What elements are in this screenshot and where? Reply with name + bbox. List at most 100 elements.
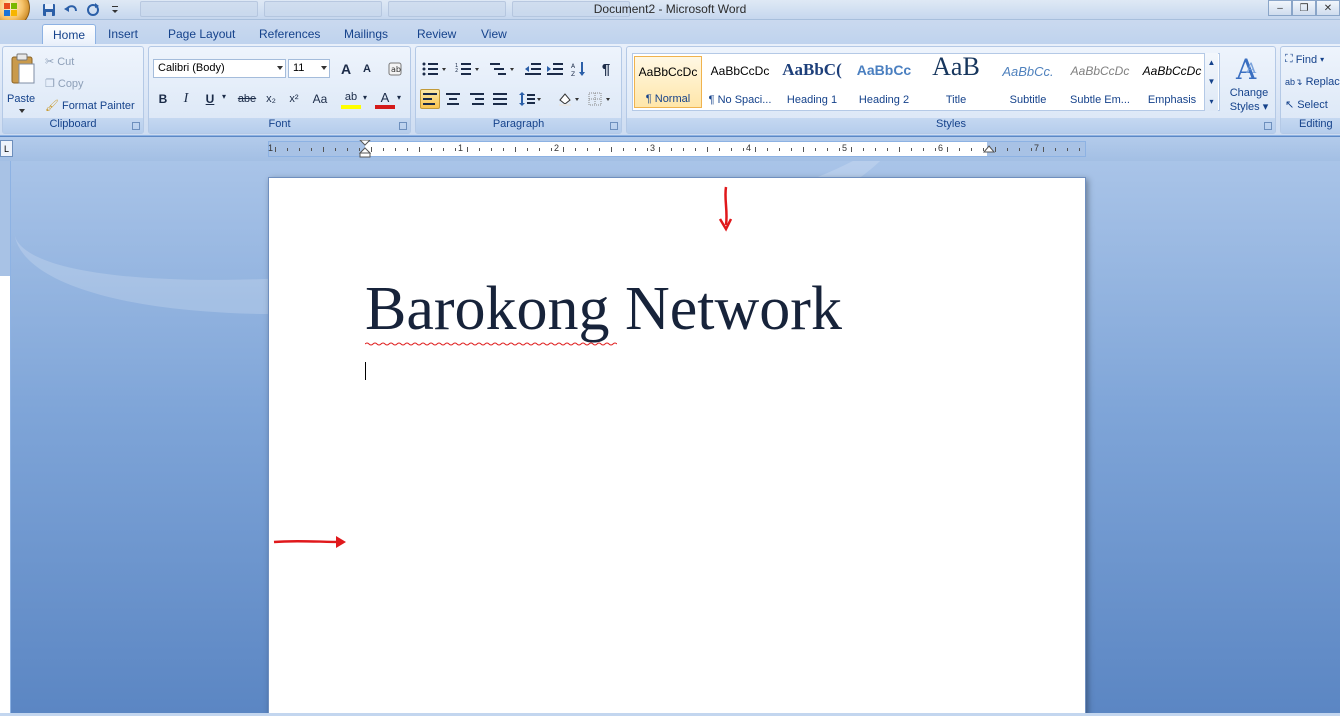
style-sample: AaBbCc.	[1002, 64, 1054, 79]
bullets-icon[interactable]	[420, 59, 450, 79]
paste-dropdown-icon[interactable]	[19, 109, 25, 113]
clipboard-dialog-launcher-icon[interactable]	[132, 122, 140, 130]
restore-icon[interactable]: ❐	[1292, 0, 1316, 16]
tab-view[interactable]: View	[471, 24, 517, 44]
borders-icon[interactable]	[586, 89, 614, 109]
horizontal-ruler[interactable]: 1 1 2 3 4 5 6 7	[268, 140, 1086, 158]
style-name: Heading 2	[858, 94, 910, 106]
gallery-scroll[interactable]: ▲ ▼ ▾	[1204, 53, 1218, 111]
align-left-icon[interactable]	[420, 89, 440, 109]
show-formatting-marks-button[interactable]: ¶	[596, 59, 616, 79]
select-button[interactable]: ↖ Select	[1285, 98, 1328, 112]
change-styles-icon: A A	[1235, 53, 1257, 83]
ruler-tick	[551, 148, 552, 151]
grow-font-button[interactable]: A	[336, 59, 356, 79]
replace-icon: ab↴	[1285, 76, 1303, 87]
change-styles-button[interactable]: A A Change Styles ▾	[1225, 51, 1273, 115]
indent-marker-icon[interactable]	[359, 140, 371, 158]
style-name: Subtitle	[1009, 94, 1047, 106]
tab-home[interactable]: Home	[42, 24, 97, 44]
superscript-button[interactable]: x²	[284, 89, 304, 109]
increase-indent-icon[interactable]	[545, 59, 565, 79]
multilevel-list-icon[interactable]	[488, 59, 518, 79]
format-painter-button[interactable]: 🖌 Format Painter	[45, 99, 135, 113]
tab-review[interactable]: Review	[407, 24, 466, 44]
underline-button[interactable]: U	[200, 89, 220, 109]
ruler-number: 4	[746, 143, 752, 153]
styles-dialog-launcher-icon[interactable]	[1264, 122, 1272, 130]
style-emphasis[interactable]: AaBbCcDc Emphasis	[1138, 56, 1206, 108]
tab-references[interactable]: References	[249, 24, 330, 44]
change-styles-label-2: Styles ▾	[1229, 101, 1269, 113]
window-title: Document2 - Microsoft Word	[593, 2, 747, 16]
line-spacing-icon[interactable]	[517, 89, 545, 109]
style-heading-1[interactable]: AaBbC( Heading 1	[778, 56, 846, 108]
strikethrough-button[interactable]: abe	[235, 89, 259, 109]
style-heading-2[interactable]: AaBbCc Heading 2	[850, 56, 918, 108]
paragraph-dialog-launcher-icon[interactable]	[610, 122, 618, 130]
find-button[interactable]: ⛶ Find ▾	[1285, 53, 1324, 66]
copy-button[interactable]: ❐ Copy	[45, 77, 84, 91]
tab-page-layout[interactable]: Page Layout	[158, 24, 245, 44]
shrink-font-button[interactable]: A	[357, 59, 377, 79]
clear-formatting-icon[interactable]: ab	[385, 59, 405, 79]
tab-selector[interactable]: L	[0, 140, 13, 157]
paste-button[interactable]: Paste	[5, 51, 39, 115]
shading-icon[interactable]	[555, 89, 583, 109]
styles-group-label: Styles	[627, 118, 1275, 133]
replace-label: Replac	[1305, 76, 1340, 88]
style-normal[interactable]: AaBbCcDc ¶ Normal	[634, 56, 702, 108]
align-center-icon[interactable]	[443, 89, 463, 109]
ruler-number: 5	[842, 143, 848, 153]
numbering-icon[interactable]: 12	[453, 59, 483, 79]
style-subtle-emphasis[interactable]: AaBbCcDc Subtle Em...	[1066, 56, 1134, 108]
close-icon[interactable]: ✕	[1316, 0, 1340, 16]
red-arrow-down-icon	[718, 186, 733, 232]
highlight-dropdown-icon[interactable]: ▾	[361, 93, 369, 102]
font-name-combo[interactable]: Calibri (Body)	[153, 59, 286, 78]
change-case-button[interactable]: Aa	[308, 89, 332, 109]
chevron-down-icon[interactable]: ▼	[1208, 77, 1216, 86]
font-color-button[interactable]: A	[375, 89, 395, 109]
tab-mailings[interactable]: Mailings	[334, 24, 398, 44]
ruler-tick	[623, 148, 624, 151]
underline-dropdown-icon[interactable]: ▾	[221, 92, 227, 101]
minimize-icon[interactable]: –	[1268, 0, 1292, 16]
style-sample: AaBbCcDc	[1070, 64, 1130, 78]
ruler-number: 1	[268, 143, 274, 153]
tab-insert[interactable]: Insert	[98, 24, 148, 44]
ruler-tick	[659, 147, 660, 152]
italic-button[interactable]: I	[176, 89, 196, 109]
text-cursor	[365, 362, 366, 380]
style-no-spacing[interactable]: AaBbCcDc ¶ No Spaci...	[706, 56, 774, 108]
bold-button[interactable]: B	[153, 89, 173, 109]
ruler-tick	[515, 147, 516, 152]
cut-button[interactable]: ✂ Cut	[45, 55, 74, 69]
ruler-number: 6	[938, 143, 944, 153]
decrease-indent-icon[interactable]	[523, 59, 543, 79]
ruler-tick	[611, 147, 612, 152]
style-subtitle[interactable]: AaBbCc. Subtitle	[994, 56, 1062, 108]
sort-icon[interactable]: AZ	[569, 59, 589, 79]
replace-button[interactable]: ab↴ Find Replac	[1285, 76, 1340, 88]
style-title[interactable]: AaB Title	[922, 52, 990, 108]
ruler-tick	[371, 147, 372, 152]
right-indent-marker-icon[interactable]	[983, 145, 995, 157]
align-right-icon[interactable]	[467, 89, 487, 109]
document-heading[interactable]: Barokong Network	[365, 274, 842, 345]
document-page[interactable]: Barokong Network	[268, 177, 1086, 713]
red-arrow-right-icon	[273, 536, 346, 548]
font-dialog-launcher-icon[interactable]	[399, 122, 407, 130]
font-color-dropdown-icon[interactable]: ▾	[395, 93, 403, 102]
ruler-tick	[935, 148, 936, 151]
ruler-tick	[851, 147, 852, 152]
ruler-tick	[923, 148, 924, 151]
subscript-button[interactable]: x₂	[261, 89, 281, 109]
vertical-ruler[interactable]	[0, 161, 11, 713]
chevron-up-icon[interactable]: ▲	[1208, 58, 1216, 67]
gallery-more-icon[interactable]: ▾	[1209, 97, 1213, 106]
highlight-button[interactable]: ab	[341, 89, 361, 109]
font-size-combo[interactable]: 11	[288, 59, 330, 78]
ruler-tick	[683, 148, 684, 151]
justify-icon[interactable]	[490, 89, 510, 109]
